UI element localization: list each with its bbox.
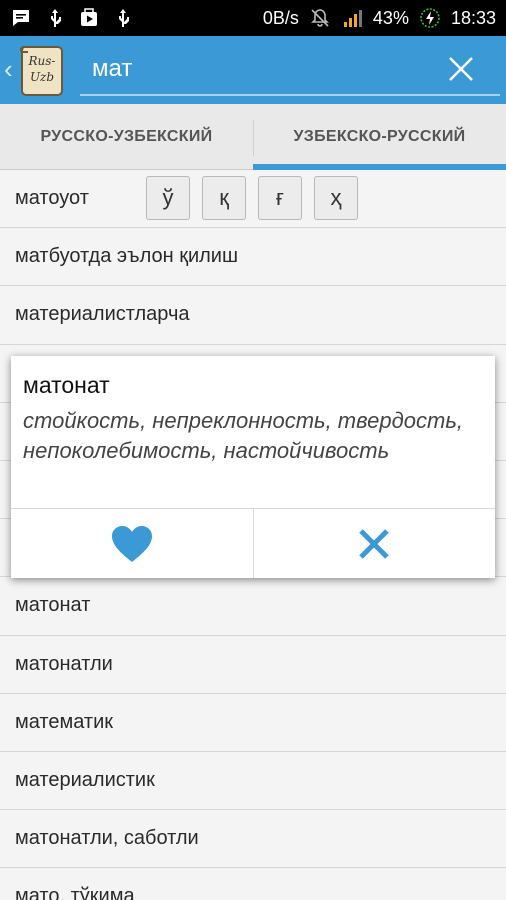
list-item-text: материалистларча xyxy=(15,303,190,326)
battery-charging-icon xyxy=(419,7,441,29)
close-dialog-button[interactable] xyxy=(252,509,496,578)
network-speed: 0B/s xyxy=(262,7,299,28)
letter-label: ў xyxy=(162,185,174,210)
status-bar: 0B/s 43% 18:33 xyxy=(0,0,506,36)
letter-button-ha[interactable]: ҳ xyxy=(314,176,358,220)
list-item[interactable]: матонатли xyxy=(0,635,506,694)
list-item-text: матонатли, саботли xyxy=(15,827,199,850)
tab-russian-uzbek[interactable]: РУССКО-УЗБЕКСКИЙ xyxy=(0,104,253,169)
list-item[interactable]: матонатли, саботли xyxy=(0,810,506,869)
signal-icon xyxy=(341,7,363,29)
list-item-text: матоуот xyxy=(15,187,89,210)
list-item[interactable]: материалистик xyxy=(0,751,506,811)
logo-text-bottom: Uzb xyxy=(30,70,54,84)
tab-label: УЗБЕКСКО-РУССКИЙ xyxy=(293,127,466,145)
dialog-actions xyxy=(11,508,495,578)
favorite-button[interactable] xyxy=(11,509,253,578)
list-item[interactable]: мато, тўқима xyxy=(0,868,506,900)
mute-icon xyxy=(309,7,331,29)
heart-icon xyxy=(111,525,152,562)
tab-uzbek-russian[interactable]: УЗБЕКСКО-РУССКИЙ xyxy=(253,104,506,170)
battery-percent: 43% xyxy=(372,7,409,28)
app-bar: ‹ Rus- Uzb xyxy=(0,36,506,104)
logo-text-top: Rus- xyxy=(28,54,56,68)
usb-icon xyxy=(44,7,66,29)
list-item-text: математик xyxy=(15,710,114,733)
list-item-text: матбуотда эълон қилиш xyxy=(15,245,239,268)
close-icon xyxy=(359,528,390,559)
list-item-text: материалистик xyxy=(15,768,155,791)
special-letters-bar: ў қ ғ ҳ xyxy=(146,176,358,220)
app-logo[interactable]: Rus- Uzb xyxy=(18,43,66,97)
letter-button-ghe[interactable]: ғ xyxy=(258,176,302,220)
usb-debug-icon xyxy=(112,7,134,29)
search-input[interactable] xyxy=(80,44,500,96)
tab-divider xyxy=(253,120,254,156)
clear-search-icon[interactable] xyxy=(446,54,476,84)
letter-label: қ xyxy=(219,185,229,210)
list-item[interactable]: математик xyxy=(0,693,506,752)
play-store-icon xyxy=(78,7,100,29)
letter-label: ҳ xyxy=(330,185,342,210)
translation-dialog: матонат стойкость, непреклонность, тверд… xyxy=(11,356,495,578)
list-item[interactable]: матонат xyxy=(0,577,506,636)
list-item-text: матонатли xyxy=(15,652,113,675)
letter-button-qa[interactable]: қ xyxy=(202,176,246,220)
back-chevron-icon[interactable]: ‹ xyxy=(4,54,13,85)
dialog-word: матонат xyxy=(23,372,110,398)
dictionary-tabs: РУССКО-УЗБЕКСКИЙ УЗБЕКСКО-РУССКИЙ xyxy=(0,104,506,170)
letter-button-u-breve[interactable]: ў xyxy=(146,176,190,220)
tab-label: РУССКО-УЗБЕКСКИЙ xyxy=(40,127,213,145)
list-item[interactable]: материалистларча xyxy=(0,286,506,345)
dialog-translation: стойкость, непреклонность, твердость, не… xyxy=(23,408,464,463)
list-item-text: мато, тўқима xyxy=(15,885,135,900)
letter-label: ғ xyxy=(275,185,285,210)
list-item[interactable]: матбуотда эълон қилиш xyxy=(0,228,506,287)
chat-notification-icon xyxy=(10,7,32,29)
list-item-text: матонат xyxy=(15,594,91,617)
clock: 18:33 xyxy=(450,7,496,28)
